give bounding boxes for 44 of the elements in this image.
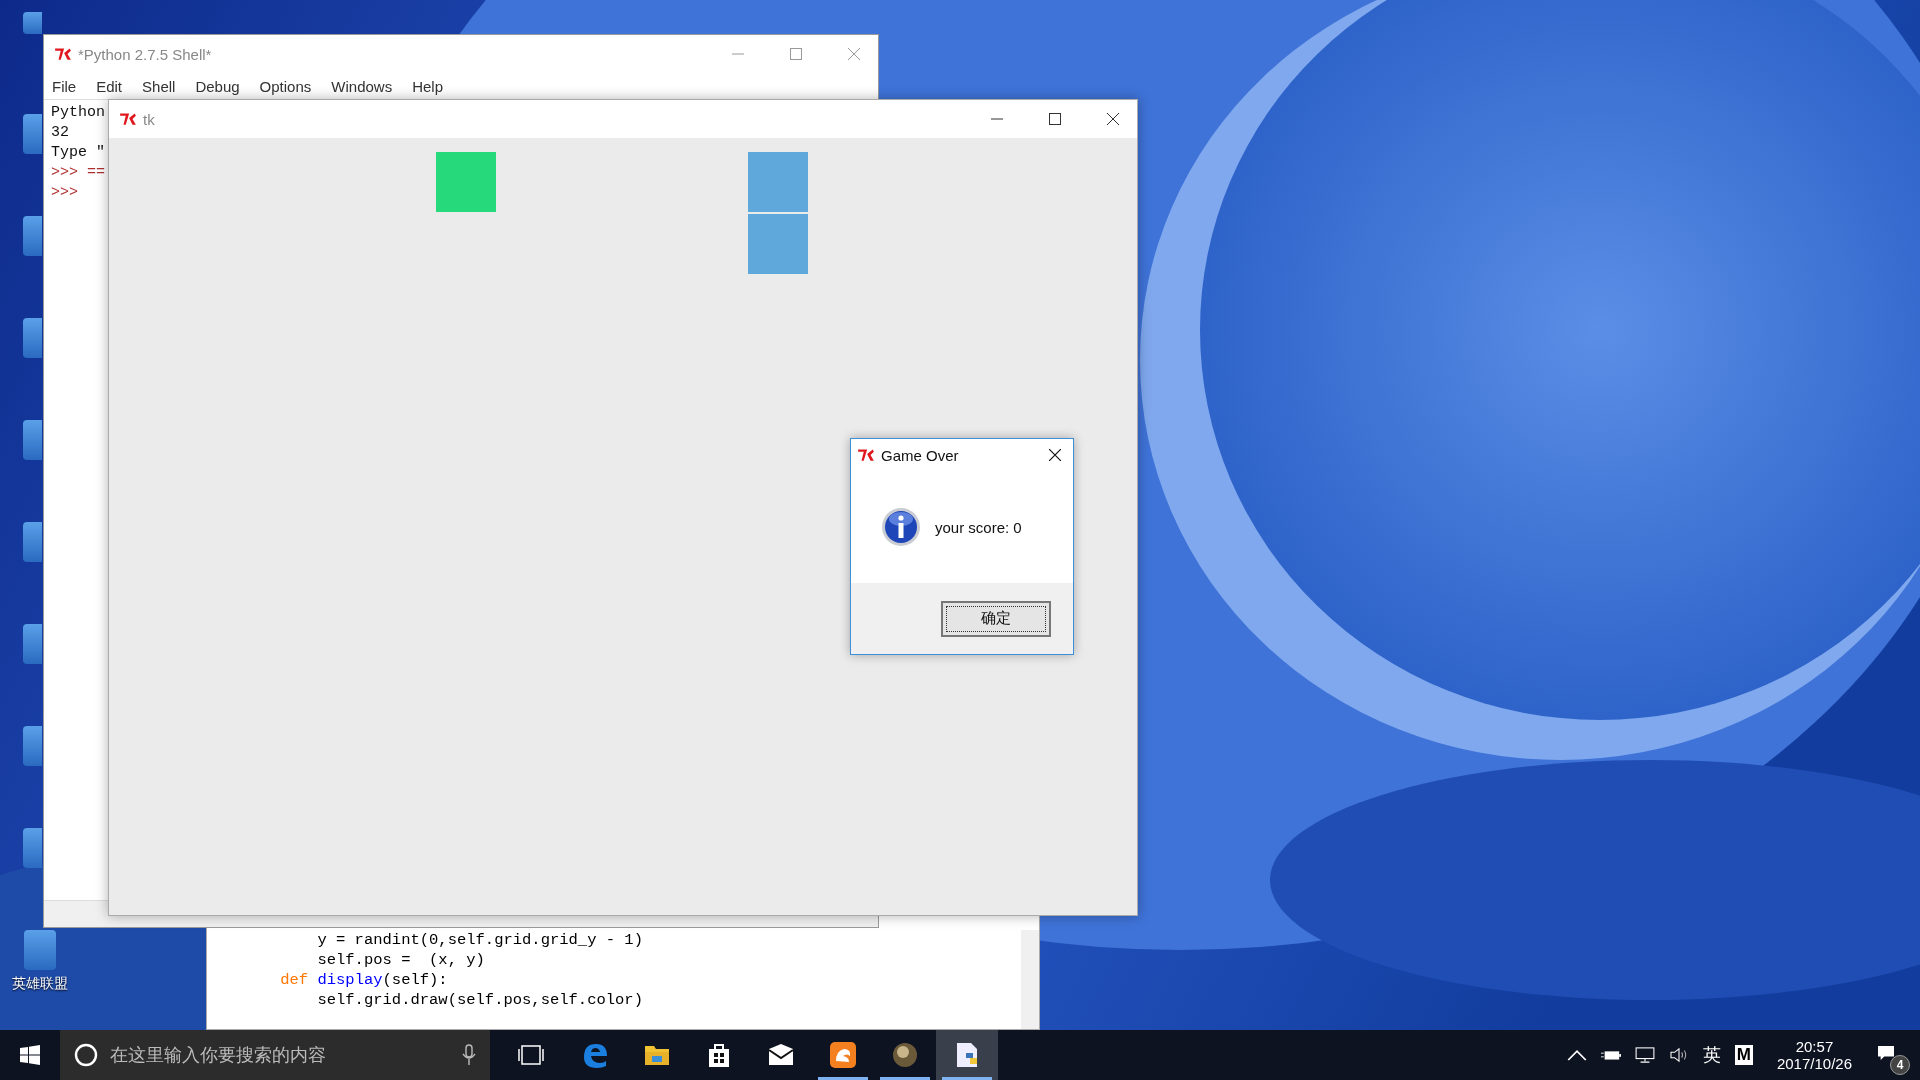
taskbar-app[interactable] [936,1030,998,1080]
code-line: self.pos = (x, y) [316,950,486,970]
windows-logo-icon[interactable] [20,1045,40,1065]
close-icon[interactable] [1107,113,1119,125]
close-icon[interactable] [1049,449,1061,461]
code-line: self.grid.draw(self.pos,self.color) [316,990,644,1010]
orb-icon [891,1041,919,1069]
speaker-icon[interactable] [1668,1047,1689,1063]
e-logo-icon [581,1041,609,1069]
menu-item[interactable]: Shell [142,77,176,95]
search-box[interactable]: 在这里输入你要搜索的内容 [60,1030,490,1080]
ime-indicator[interactable]: M [1734,1045,1753,1065]
clock-time[interactable]: 20:57 [1795,1038,1834,1055]
menu-item[interactable]: Options [259,77,312,95]
circle-icon [74,1043,98,1067]
search-field[interactable]: 在这里输入你要搜索的内容 [108,1043,452,1067]
menu-item[interactable]: Windows [331,77,393,95]
clock-date[interactable]: 2017/10/26 [1776,1055,1852,1072]
dialog-title: Game Over [881,446,959,464]
task-view-icon[interactable] [518,1044,544,1066]
window-title: tk [143,110,155,128]
monitor-icon[interactable] [1634,1047,1655,1063]
menu-item[interactable]: Debug [195,77,240,95]
menu-item[interactable]: Help [412,77,443,95]
window-title: *Python 2.7.5 Shell* [78,45,212,63]
menu-item[interactable]: File [52,77,77,95]
code-line: y = randint(0,self.grid.grid_y - 1) [316,930,644,950]
shell-line: Type " [51,143,105,163]
info-icon [881,507,921,547]
message-icon[interactable] [1876,1045,1896,1061]
notification-count: 4 [1890,1055,1910,1075]
shell-line: 32 [51,123,69,143]
score-message: your score: 0 [935,518,1022,536]
shell-line: >>> [51,183,78,203]
maximize-icon[interactable] [1049,113,1061,125]
scrollbar[interactable] [1021,930,1039,1029]
code-line: def display(self): [279,970,449,990]
microphone-icon[interactable] [462,1044,476,1066]
shell-line: Python [51,103,105,123]
icon-label[interactable]: 英雄联盟 [12,974,68,992]
shell-line: >>> == [51,163,105,183]
menu-item[interactable]: Edit [96,77,123,95]
ok-button[interactable]: 确定 [941,600,1051,637]
input-language[interactable]: 英 [1702,1043,1721,1067]
